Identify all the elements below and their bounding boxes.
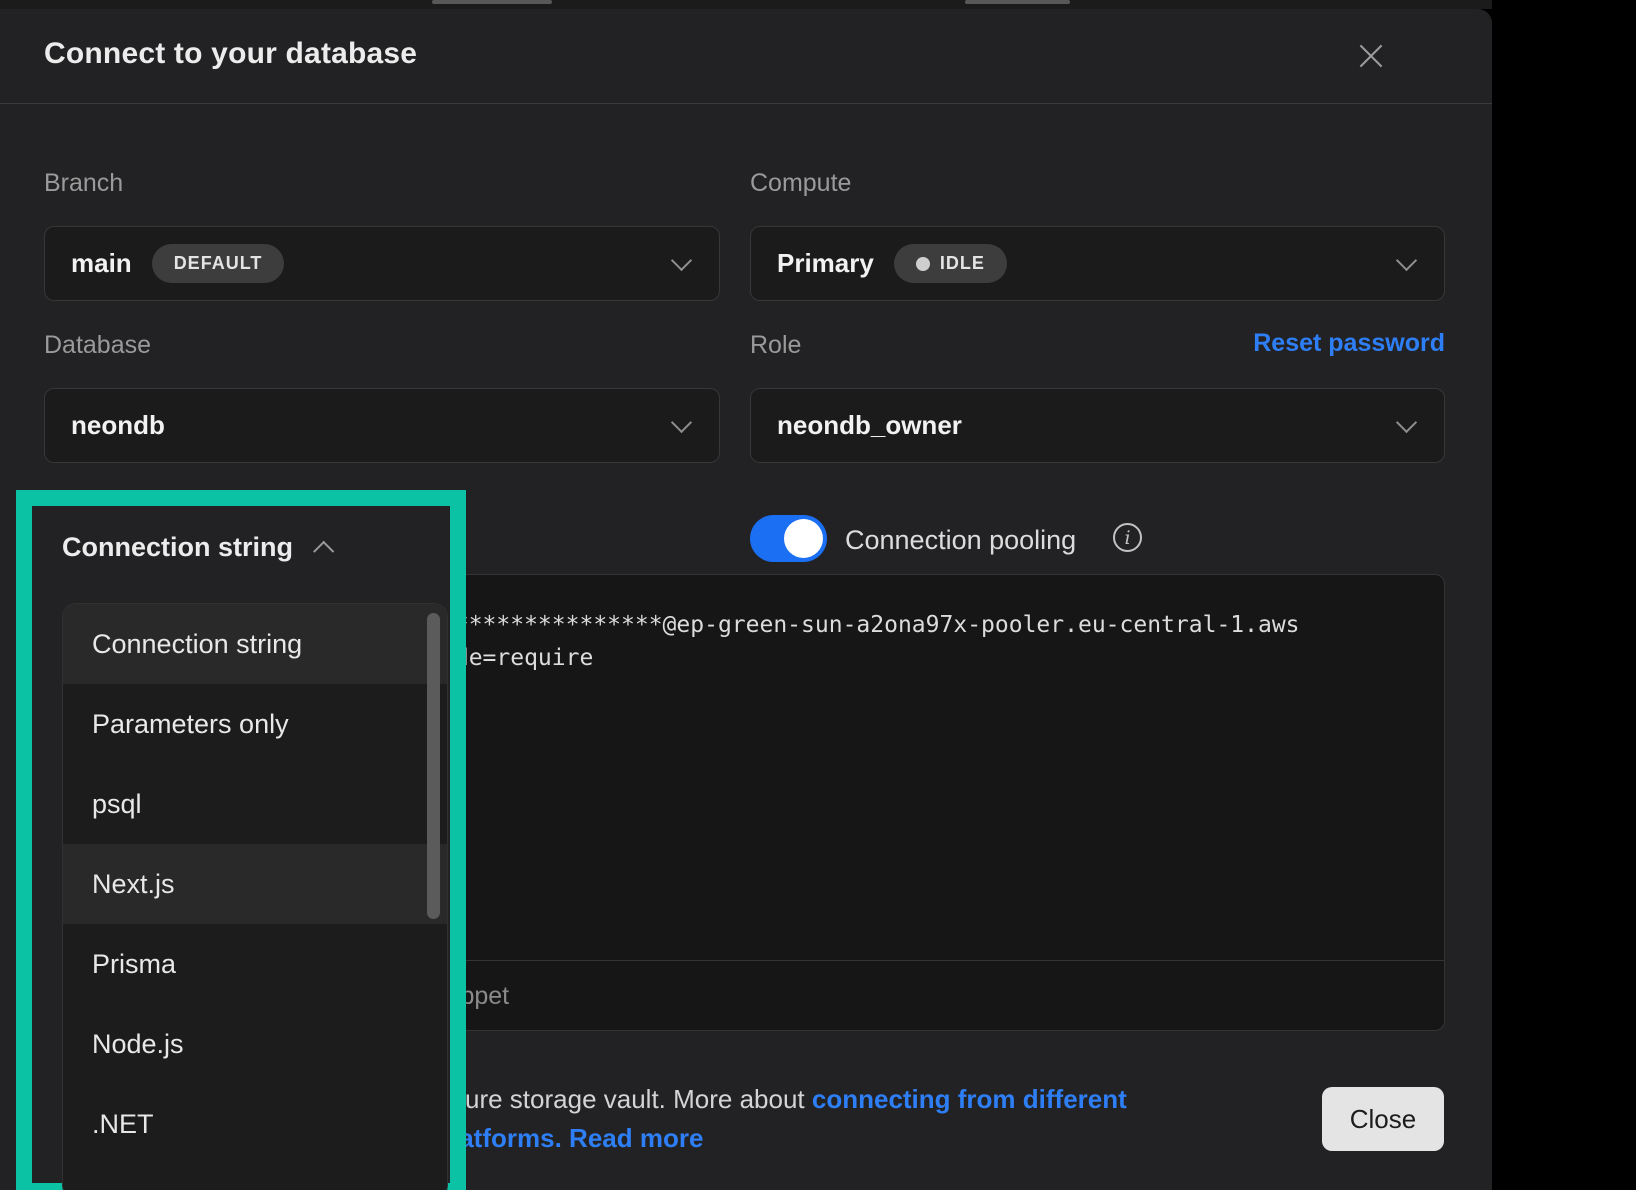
dropdown-item-dotnet[interactable]: .NET (63, 1084, 447, 1164)
dropdown-item-nextjs[interactable]: Next.js (63, 844, 447, 924)
compute-select[interactable]: Primary IDLE (750, 226, 1445, 301)
branch-label: Branch (44, 169, 123, 198)
compute-label: Compute (750, 169, 851, 198)
snippet-type-dropdown: Connection string Parameters only psql N… (62, 603, 448, 1190)
modal-header: Connect to your database (0, 9, 1492, 103)
dropdown-item-nodejs[interactable]: Node.js (63, 1004, 447, 1084)
dropdown-item-prisma[interactable]: Prisma (63, 924, 447, 1004)
branch-select[interactable]: main DEFAULT (44, 226, 720, 301)
dropdown-item-connection-string[interactable]: Connection string (63, 604, 447, 684)
chevron-up-icon (313, 541, 334, 562)
screen: Connect to your database Branch main DEF… (0, 0, 1636, 1190)
dropdown-item-psql[interactable]: psql (63, 764, 447, 844)
dropdown-item-parameters-only[interactable]: Parameters only (63, 684, 447, 764)
header-divider (0, 103, 1492, 104)
dropdown-item-django[interactable]: Django (63, 1164, 447, 1190)
branch-value: main (71, 248, 132, 279)
chevron-down-icon (671, 249, 692, 270)
connection-pooling-toggle[interactable] (750, 515, 827, 562)
connection-string-section-toggle[interactable]: Connection string (62, 532, 334, 563)
info-icon[interactable]: i (1113, 523, 1142, 552)
database-select[interactable]: neondb (44, 388, 720, 463)
highlight-rectangle: Connection string Connection string Para… (16, 490, 466, 1190)
close-icon[interactable] (1354, 39, 1388, 73)
toggle-knob (784, 519, 823, 558)
background-page-sliver (0, 0, 1492, 9)
connection-pooling-label: Connection pooling (845, 525, 1076, 556)
role-select[interactable]: neondb_owner (750, 388, 1445, 463)
chevron-down-icon (671, 411, 692, 432)
database-value: neondb (71, 410, 165, 441)
compute-value: Primary (777, 248, 874, 279)
database-label: Database (44, 331, 151, 360)
dropdown-scrollbar[interactable] (427, 613, 440, 919)
connecting-platforms-link[interactable]: latforms. (452, 1123, 562, 1153)
role-value: neondb_owner (777, 410, 962, 441)
default-badge: DEFAULT (152, 244, 285, 283)
close-button[interactable]: Close (1322, 1087, 1444, 1151)
reset-password-link[interactable]: Reset password (1253, 329, 1445, 358)
background-text-fragment (432, 0, 552, 4)
connecting-platforms-link[interactable]: connecting from different (812, 1084, 1127, 1114)
role-label: Role (750, 331, 801, 360)
chevron-down-icon (1396, 249, 1417, 270)
connect-database-modal: Connect to your database Branch main DEF… (0, 9, 1492, 1190)
idle-badge: IDLE (894, 244, 1007, 283)
chevron-down-icon (1396, 411, 1417, 432)
background-text-fragment (965, 0, 1070, 4)
status-dot-icon (916, 257, 930, 271)
read-more-link[interactable]: Read more (569, 1123, 703, 1153)
modal-title: Connect to your database (44, 37, 417, 71)
